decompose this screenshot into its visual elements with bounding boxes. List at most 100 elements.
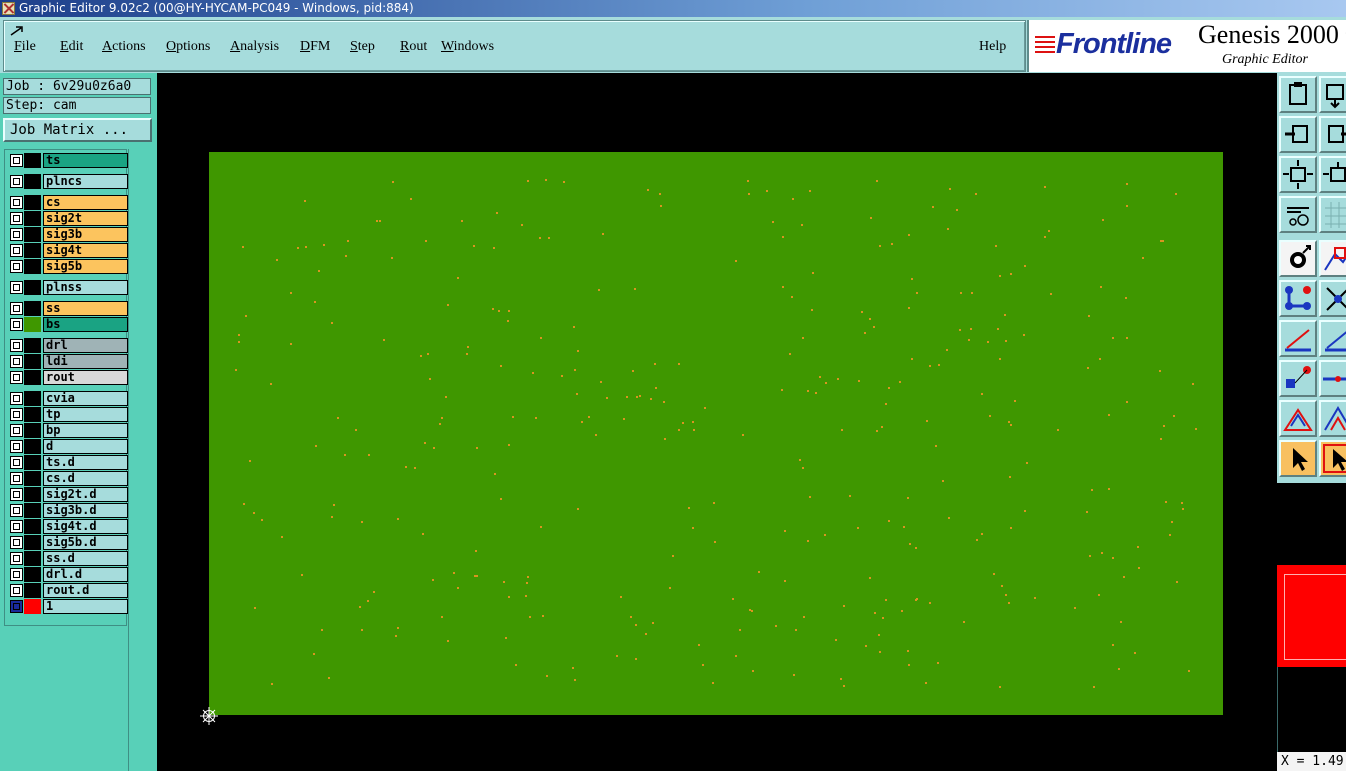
layer-checkbox[interactable]: [10, 520, 23, 533]
layer-name[interactable]: plncs: [43, 174, 128, 189]
layer-name[interactable]: ts: [43, 153, 128, 168]
layer-checkbox[interactable]: [10, 584, 23, 597]
zoom-fit-button[interactable]: [1279, 156, 1317, 193]
menu-dfm[interactable]: DFM: [300, 39, 330, 55]
menu-file[interactable]: File: [14, 39, 36, 55]
layer-checkbox[interactable]: [10, 228, 23, 241]
layer-name[interactable]: d: [43, 439, 128, 454]
menu-windows[interactable]: Windows: [441, 39, 494, 55]
layer-checkbox[interactable]: [10, 175, 23, 188]
layer-row-ts-d[interactable]: ts.d: [8, 455, 128, 470]
pan-left-button[interactable]: [1279, 116, 1317, 153]
layer-checkbox[interactable]: [10, 472, 23, 485]
layer-row-sig5b[interactable]: sig5b: [8, 259, 128, 274]
layer-checkbox[interactable]: [10, 456, 23, 469]
select-pointer-button[interactable]: [1279, 440, 1317, 477]
layer-row-sig5b-d[interactable]: sig5b.d: [8, 535, 128, 550]
menu-edit[interactable]: Edit: [60, 39, 83, 55]
menu-step[interactable]: Step: [350, 39, 375, 55]
layer-checkbox[interactable]: [10, 536, 23, 549]
layer-name[interactable]: plnss: [43, 280, 128, 295]
layer-checkbox[interactable]: [10, 339, 23, 352]
layer-checkbox[interactable]: [10, 392, 23, 405]
add-trace-button[interactable]: [1319, 360, 1346, 397]
layer-checkbox[interactable]: [10, 318, 23, 331]
pan-right-button[interactable]: [1319, 116, 1346, 153]
layer-row-rout[interactable]: rout: [8, 370, 128, 385]
layer-name[interactable]: sig2t: [43, 211, 128, 226]
layer-row-ldi[interactable]: ldi: [8, 354, 128, 369]
layer-name[interactable]: ldi: [43, 354, 128, 369]
add-pad-button[interactable]: [1279, 360, 1317, 397]
layer-name[interactable]: cvia: [43, 391, 128, 406]
menu-rout[interactable]: Rout: [400, 39, 427, 55]
layer-checkbox[interactable]: [10, 568, 23, 581]
grid-button[interactable]: [1319, 196, 1346, 233]
layer-name[interactable]: bp: [43, 423, 128, 438]
add-polygon-button[interactable]: [1279, 400, 1317, 437]
layer-row-drl[interactable]: drl: [8, 338, 128, 353]
layer-row-ss[interactable]: ss: [8, 301, 128, 316]
layer-row-ss-d[interactable]: ss.d: [8, 551, 128, 566]
select-area-button[interactable]: [1319, 440, 1346, 477]
layer-name[interactable]: tp: [43, 407, 128, 422]
layer-name[interactable]: sig5b: [43, 259, 128, 274]
layer-row-sig3b[interactable]: sig3b: [8, 227, 128, 242]
layer-row-ts[interactable]: ts: [8, 153, 128, 168]
snap-button[interactable]: [1319, 280, 1346, 317]
layer-checkbox[interactable]: [10, 440, 23, 453]
layer-name[interactable]: 1: [43, 599, 128, 614]
layer-row-cs[interactable]: cs: [8, 195, 128, 210]
layer-checkbox[interactable]: [10, 212, 23, 225]
layer-row-sig3b-d[interactable]: sig3b.d: [8, 503, 128, 518]
layer-checkbox[interactable]: [10, 281, 23, 294]
add-arc-button[interactable]: [1319, 320, 1346, 357]
layer-name[interactable]: ss.d: [43, 551, 128, 566]
layer-row-sig2t[interactable]: sig2t: [8, 211, 128, 226]
zoom-home-button[interactable]: [1319, 156, 1346, 193]
menu-analysis[interactable]: Analysis: [230, 39, 279, 55]
layer-name[interactable]: sig5b.d: [43, 535, 128, 550]
layer-row-d[interactable]: d: [8, 439, 128, 454]
layer-name[interactable]: sig2t.d: [43, 487, 128, 502]
open-job-button[interactable]: [1279, 76, 1317, 113]
save-view-button[interactable]: [1319, 76, 1346, 113]
layer-name[interactable]: drl.d: [43, 567, 128, 582]
layer-name[interactable]: bs: [43, 317, 128, 332]
layer-checkbox[interactable]: [10, 424, 23, 437]
layer-row-sig2t-d[interactable]: sig2t.d: [8, 487, 128, 502]
layer-checkbox[interactable]: [10, 600, 23, 613]
layer-checkbox[interactable]: [10, 154, 23, 167]
layer-checkbox[interactable]: [10, 371, 23, 384]
net-button[interactable]: [1279, 280, 1317, 317]
layer-checkbox[interactable]: [10, 244, 23, 257]
layer-row-plnss[interactable]: plnss: [8, 280, 128, 295]
overview-map[interactable]: [1277, 565, 1346, 667]
layer-name[interactable]: ss: [43, 301, 128, 316]
layer-checkbox[interactable]: [10, 408, 23, 421]
app-icon[interactable]: [2, 2, 15, 15]
layer-row-sig4t-d[interactable]: sig4t.d: [8, 519, 128, 534]
layer-name[interactable]: sig4t: [43, 243, 128, 258]
tear-off-arrow-icon[interactable]: [10, 26, 24, 36]
layer-checkbox[interactable]: [10, 196, 23, 209]
add-surface-button[interactable]: [1319, 400, 1346, 437]
layer-name[interactable]: ts.d: [43, 455, 128, 470]
tools-button[interactable]: [1279, 196, 1317, 233]
measure-button[interactable]: [1319, 240, 1346, 277]
layer-row-plncs[interactable]: plncs: [8, 174, 128, 189]
layer-name[interactable]: rout: [43, 370, 128, 385]
layer-name[interactable]: cs: [43, 195, 128, 210]
layer-row-drl-d[interactable]: drl.d: [8, 567, 128, 582]
layer-name[interactable]: sig3b: [43, 227, 128, 242]
add-line-button[interactable]: [1279, 320, 1317, 357]
layer-name[interactable]: drl: [43, 338, 128, 353]
job-matrix-button[interactable]: Job Matrix ...: [3, 118, 152, 142]
layer-row-bs[interactable]: bs: [8, 317, 128, 332]
pcb-board[interactable]: [209, 152, 1223, 715]
menu-help[interactable]: Help: [979, 39, 1006, 55]
layer-name[interactable]: sig4t.d: [43, 519, 128, 534]
layer-row-cvia[interactable]: cvia: [8, 391, 128, 406]
layer-checkbox[interactable]: [10, 355, 23, 368]
layer-row-bp[interactable]: bp: [8, 423, 128, 438]
